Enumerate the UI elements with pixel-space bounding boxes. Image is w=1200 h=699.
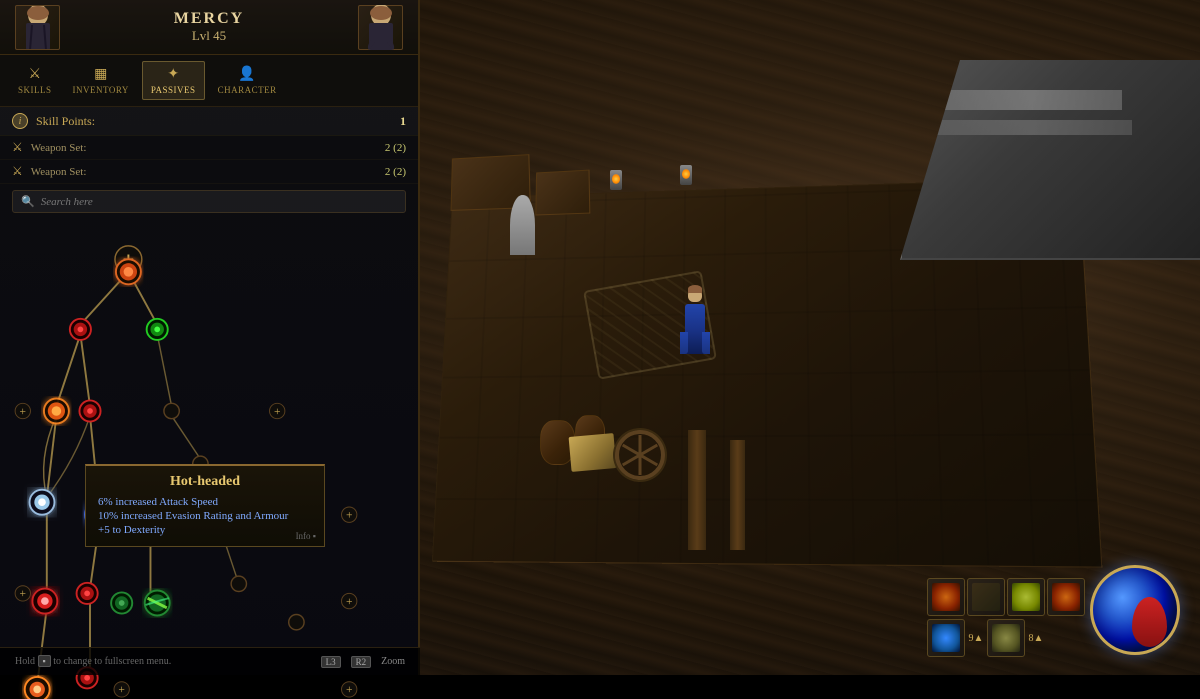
tab-inventory[interactable]: ▦ Inventory: [65, 62, 137, 99]
mechanical-structure: [900, 60, 1200, 260]
tab-skills[interactable]: ⚔ Skills: [10, 62, 60, 99]
inventory-icon: ▦: [94, 66, 107, 83]
bottom-hint: Hold ▪ to change to fullscreen menu.: [15, 656, 171, 667]
weapon-set-row-2: ⚔ Weapon Set: 2 (2): [0, 160, 418, 184]
skill-row-top: [927, 578, 1085, 616]
char-level: Lvl 45: [60, 28, 358, 44]
dock-post: [688, 430, 706, 550]
tab-passives-label: Passives: [151, 85, 196, 95]
skill-row-bottom: 9▲ 8▲: [927, 619, 1085, 657]
skill-points-label: Skill Points:: [36, 114, 392, 129]
skill-points-bar: i Skill Points: 1: [0, 107, 418, 136]
weapon-set-row-1: ⚔ Weapon Set: 2 (2): [0, 136, 418, 160]
zoom-label: Zoom: [381, 656, 405, 668]
skill-slot-5[interactable]: [927, 619, 965, 657]
svg-text:+: +: [118, 684, 125, 696]
tooltip-info: Info ▪: [296, 531, 316, 541]
l3-key: L3: [321, 656, 341, 668]
weapon-set-value-2: 2 (2): [385, 166, 406, 178]
skill-slot-3[interactable]: [1007, 578, 1045, 616]
svg-text:+: +: [346, 684, 353, 696]
weapon-icon-1: ⚔: [12, 140, 23, 155]
compass-orb: [1090, 565, 1180, 655]
skill-ammo-count: 9▲: [967, 633, 985, 644]
lantern: [680, 165, 692, 185]
search-input[interactable]: Search here: [41, 196, 93, 208]
r2-key: R2: [351, 656, 372, 668]
skill-points-value: 1: [400, 114, 406, 129]
svg-text:+: +: [20, 588, 27, 600]
winch: [615, 430, 665, 480]
hold-key-badge: ▪: [38, 655, 51, 667]
skill-bar: 9▲ 8▲: [927, 578, 1085, 657]
tooltip-stat-2: 10% increased Evasion Rating and Armour: [98, 510, 312, 522]
weapon-set-label-2: Weapon Set:: [31, 166, 377, 178]
tooltip-title: Hot-headed: [98, 474, 312, 490]
svg-text:+: +: [346, 596, 353, 608]
tab-character[interactable]: 👤 Character: [210, 62, 285, 99]
search-bar[interactable]: 🔍 Search here: [12, 190, 406, 213]
tab-passives[interactable]: ✦ Passives: [142, 61, 205, 100]
char-name: MERCY: [60, 10, 358, 28]
player-character: [680, 280, 710, 350]
tab-character-label: Character: [218, 85, 277, 95]
passives-icon: ✦: [167, 66, 179, 83]
character-header: MERCY Lvl 45: [0, 0, 418, 55]
skill-slot-6[interactable]: [987, 619, 1025, 657]
node-tooltip: Hot-headed 6% increased Attack Speed 10%…: [85, 464, 325, 547]
char-name-block: MERCY Lvl 45: [60, 10, 358, 44]
weapon-set-value-1: 2 (2): [385, 142, 406, 154]
character-icon: 👤: [238, 66, 255, 83]
skill-slot-4[interactable]: [1047, 578, 1085, 616]
bottom-bar: Hold ▪ to change to fullscreen menu. L3 …: [0, 647, 420, 675]
skill-slot-2[interactable]: [967, 578, 1005, 616]
lantern: [610, 170, 622, 190]
passives-panel: MERCY Lvl 45 ⚔ Skills ▦ Inventory ✦ Pass…: [0, 0, 420, 675]
svg-text:+: +: [274, 406, 281, 418]
crate: [535, 170, 590, 216]
svg-text:+: +: [346, 510, 353, 522]
nav-tabs: ⚔ Skills ▦ Inventory ✦ Passives 👤 Charac…: [0, 55, 418, 107]
tooltip-stat-1: 6% increased Attack Speed: [98, 496, 312, 508]
bottom-controls: L3 R2 Zoom: [321, 656, 405, 668]
char-portrait-right: [358, 5, 403, 50]
skill-slot-1[interactable]: [927, 578, 965, 616]
skill-ammo-count-2: 8▲: [1027, 633, 1045, 644]
svg-text:+: +: [20, 406, 27, 418]
weapon-icon-2: ⚔: [12, 164, 23, 179]
tooltip-stat-3: +5 to Dexterity: [98, 524, 312, 536]
char-portrait-left: [15, 5, 60, 50]
tab-inventory-label: Inventory: [73, 85, 129, 95]
tab-skills-label: Skills: [18, 85, 52, 95]
dock-post: [730, 440, 745, 550]
weapon-set-label-1: Weapon Set:: [31, 142, 377, 154]
npc-guard: [510, 195, 535, 255]
info-icon: i: [12, 113, 28, 129]
passive-tree: + + + + + + + Hot-headed 6% increased At…: [0, 219, 420, 699]
skills-icon: ⚔: [28, 66, 41, 83]
search-icon: 🔍: [21, 195, 35, 208]
book-item: [569, 433, 617, 472]
